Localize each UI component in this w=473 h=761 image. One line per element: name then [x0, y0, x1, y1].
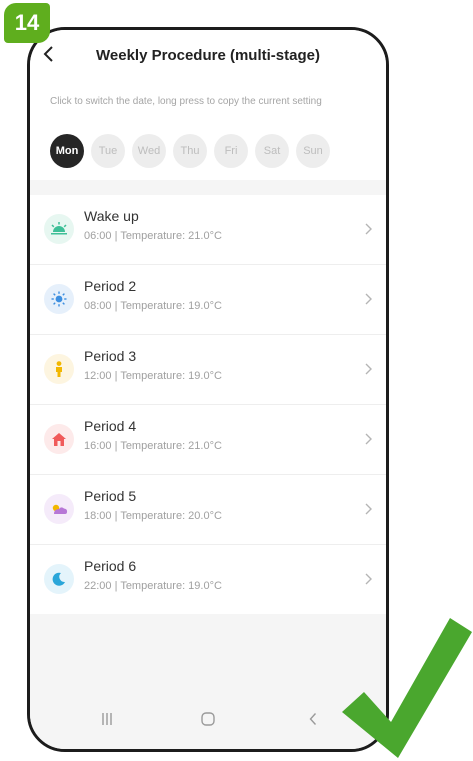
period-row-3[interactable]: Period 3 12:00 | Temperature: 19.0°C [30, 335, 386, 405]
phone-frame: Weekly Procedure (multi-stage) Click to … [27, 27, 389, 752]
sunset-icon [44, 494, 74, 524]
period-name: Period 5 [84, 488, 137, 504]
moon-icon [44, 564, 74, 594]
day-tabs: Mon Tue Wed Thu Fri Sat Sun [50, 134, 330, 168]
page-title: Weekly Procedure (multi-stage) [96, 47, 320, 64]
chevron-right-icon [365, 503, 372, 515]
system-nav-bar [30, 694, 386, 749]
period-detail: 18:00 | Temperature: 20.0°C [84, 510, 222, 522]
period-time: 06:00 [84, 230, 112, 242]
person-icon [44, 354, 74, 384]
day-tab-thu[interactable]: Thu [173, 134, 207, 168]
chevron-right-icon [365, 223, 372, 235]
period-temperature: Temperature: 20.0°C [120, 510, 222, 522]
period-time: 08:00 [84, 300, 112, 312]
step-badge: 14 [4, 3, 50, 43]
home-icon [44, 424, 74, 454]
period-name: Period 3 [84, 348, 137, 364]
day-tab-sat[interactable]: Sat [255, 134, 289, 168]
period-detail: 22:00 | Temperature: 19.0°C [84, 580, 222, 592]
chevron-right-icon [365, 293, 372, 305]
header: Weekly Procedure (multi-stage) [30, 30, 386, 90]
period-time: 16:00 [84, 440, 112, 452]
period-temperature: Temperature: 19.0°C [120, 580, 222, 592]
period-row-4[interactable]: Period 4 16:00 | Temperature: 21.0°C [30, 405, 386, 475]
period-name: Period 6 [84, 558, 137, 574]
period-row-wake-up[interactable]: Wake up 06:00 | Temperature: 21.0°C [30, 195, 386, 265]
system-back-icon[interactable] [308, 712, 318, 726]
period-temperature: Temperature: 21.0°C [120, 230, 222, 242]
period-temperature: Temperature: 19.0°C [120, 370, 222, 382]
home-button-icon[interactable] [201, 712, 215, 726]
sun-icon [44, 284, 74, 314]
period-time: 22:00 [84, 580, 112, 592]
period-time: 12:00 [84, 370, 112, 382]
period-row-6[interactable]: Period 6 22:00 | Temperature: 19.0°C [30, 545, 386, 614]
period-temperature: Temperature: 21.0°C [120, 440, 222, 452]
checkmark-icon [342, 618, 472, 758]
chevron-right-icon [365, 363, 372, 375]
period-temperature: Temperature: 19.0°C [120, 300, 222, 312]
chevron-right-icon [365, 433, 372, 445]
day-tab-wed[interactable]: Wed [132, 134, 166, 168]
period-row-2[interactable]: Period 2 08:00 | Temperature: 19.0°C [30, 265, 386, 335]
chevron-right-icon [365, 573, 372, 585]
period-detail: 16:00 | Temperature: 21.0°C [84, 440, 222, 452]
recent-apps-icon[interactable] [100, 712, 114, 726]
period-row-5[interactable]: Period 5 18:00 | Temperature: 20.0°C [30, 475, 386, 545]
period-detail: 06:00 | Temperature: 21.0°C [84, 230, 222, 242]
period-name: Period 2 [84, 278, 137, 294]
period-list: Wake up 06:00 | Temperature: 21.0°C Peri… [30, 195, 386, 614]
sunrise-icon [44, 214, 74, 244]
day-tab-fri[interactable]: Fri [214, 134, 248, 168]
day-tab-tue[interactable]: Tue [91, 134, 125, 168]
period-name: Period 4 [84, 418, 137, 434]
day-selector-area: Click to switch the date, long press to … [30, 90, 386, 180]
day-tab-mon[interactable]: Mon [50, 134, 84, 168]
period-detail: 08:00 | Temperature: 19.0°C [84, 300, 222, 312]
period-detail: 12:00 | Temperature: 19.0°C [84, 370, 222, 382]
period-name: Wake up [84, 208, 139, 224]
hint-text: Click to switch the date, long press to … [50, 96, 322, 107]
day-tab-sun[interactable]: Sun [296, 134, 330, 168]
period-time: 18:00 [84, 510, 112, 522]
